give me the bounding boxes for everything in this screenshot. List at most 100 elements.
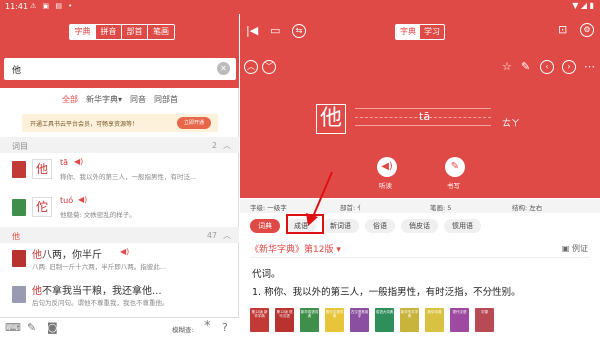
tab-bihua[interactable]: 笔画 xyxy=(148,25,174,39)
left-footer: ⌨ ✎ ◙ 模糊查: * ? xyxy=(0,317,239,337)
reference-book-thumb[interactable]: 新华字典 xyxy=(425,308,444,332)
listen-label: 听读 xyxy=(379,182,392,190)
search-input[interactable]: 他 ✕ xyxy=(4,58,236,80)
star-icon[interactable]: ☆ xyxy=(502,60,512,73)
reference-book-thumb[interactable]: 第12版 新华字典 xyxy=(250,308,269,332)
settings-icon[interactable]: ⚙ xyxy=(580,23,594,37)
edit-note-icon[interactable]: ✎ xyxy=(521,60,530,73)
listen-speaker-icon[interactable]: ◀) xyxy=(377,157,397,177)
question-icon[interactable]: ? xyxy=(222,321,228,334)
entry-char: 他 xyxy=(32,159,52,179)
dict-source-dropdown[interactable]: 《新华字典》第12版 ▾ xyxy=(250,242,341,255)
entry-char: 佗 xyxy=(32,197,52,217)
chevron-down-circle-icon[interactable]: ﹀ xyxy=(262,60,276,74)
swap-icon[interactable]: ⇆ xyxy=(292,24,306,38)
entry-pinyin: tā xyxy=(60,158,69,167)
reference-book-thumb[interactable]: 第12版 现代汉语 xyxy=(275,308,294,332)
write-pen-icon[interactable]: ✎ xyxy=(445,157,465,177)
book-icon xyxy=(12,250,26,267)
tab-zidian[interactable]: 字典 xyxy=(70,25,96,39)
app-root: 11:41 ⚠ ▣ ▤ • ▼ ◢ ▮ 字典 拼音 部首 笔画 他 ✕ 全部 新… xyxy=(0,0,600,337)
example-toggle[interactable]: ▣ 例证 xyxy=(562,243,588,254)
search-query: 他 xyxy=(12,66,22,76)
tab-learn[interactable]: 学习 xyxy=(420,25,444,39)
status-time: 11:41 xyxy=(5,2,29,11)
zhuyin-text: ㄊㄚ xyxy=(502,119,521,129)
tab-qiaopihua[interactable]: 俏皮话 xyxy=(401,219,438,233)
pinyin-grid: tā xyxy=(355,108,491,126)
handwrite-icon[interactable]: ✎ xyxy=(27,321,36,334)
speaker-icon[interactable]: ◀) xyxy=(120,247,129,256)
tab-guanyongyu[interactable]: 惯用语 xyxy=(444,219,481,233)
camera-icon[interactable]: ◙ xyxy=(47,321,58,334)
tab-suyu[interactable]: 俗语 xyxy=(365,219,395,233)
section-label: 他 xyxy=(12,232,20,241)
filter-homophone[interactable]: 同音 xyxy=(130,94,146,105)
clear-search-icon[interactable]: ✕ xyxy=(217,62,230,75)
notification-icons: ⚠ ▣ ▤ • xyxy=(30,2,75,10)
entry-definition: 他稳菊: 文帙密乱的样子。 xyxy=(60,211,136,219)
tab-xinciyu[interactable]: 新词语 xyxy=(322,219,359,233)
phrase-title: 他不拿我当干粮，我还拿他... xyxy=(32,282,162,297)
chevron-up-icon: ︿ xyxy=(223,141,231,150)
phrase-rest: 八两，你半斤 xyxy=(42,250,102,261)
list-item[interactable]: 他 tā ◀) 称你、我以外的第三人，一般指男性，有时泛... xyxy=(0,157,239,197)
prop-radical: 部首: 亻 xyxy=(340,204,364,212)
write-label: 书写 xyxy=(447,182,460,190)
section-header-phrases[interactable]: 他 47 ︿ xyxy=(0,227,239,243)
section-header-entries[interactable]: 词目 2 ︿ xyxy=(0,137,239,153)
phrase-definition: 八两: 旧制一斤十六两，半斤即八两。指彼此... xyxy=(32,263,166,271)
entry-definition: 称你、我以外的第三人，一般指男性，有时泛... xyxy=(60,173,197,181)
filter-bar: 全部 新华字典▾ 同音 同部首 xyxy=(62,94,178,105)
phrase-rest: 不拿我当干粮，我还拿他... xyxy=(42,286,162,297)
book-open-icon[interactable]: ▭ xyxy=(270,24,280,37)
reference-book-thumb[interactable]: 古汉语常用字 xyxy=(350,308,369,332)
char-detail-header: |◀ ▭ ⇆ 字典 学习 ⊡ ⚙ ︿ ﹀ ☆ ✎ ‹ › ⋯ 他 tā ㄊㄚ ◀… xyxy=(240,14,600,198)
highlight-box xyxy=(286,214,324,234)
left-tab-bar: 字典 拼音 部首 笔画 xyxy=(69,24,175,40)
keyboard-icon[interactable]: ⌨ xyxy=(5,321,21,334)
vip-promo-banner: 开通工具书云平台会员，可畅享资源等！ 立即开通 xyxy=(22,114,218,132)
promo-open-button[interactable]: 立即开通 xyxy=(177,117,211,129)
promo-text: 开通工具书云平台会员，可畅享资源等！ xyxy=(30,121,139,128)
phrase-definition: 后句为反问句。谓他不尊重我，我也不尊重他。 xyxy=(32,299,169,307)
system-icons: ▼ ◢ ▮ xyxy=(572,1,594,10)
reference-book-thumb[interactable]: 现代汉语词典 xyxy=(325,308,344,332)
section-label: 词目 xyxy=(12,142,28,151)
reference-book-thumb[interactable]: 新华写字字典 xyxy=(400,308,419,332)
status-bar: 11:41 ⚠ ▣ ▤ • ▼ ◢ ▮ xyxy=(0,0,600,14)
reference-book-thumb[interactable]: 现代汉语 xyxy=(450,308,469,332)
list-item[interactable]: 他不拿我当干粮，我还拿他... 后句为反问句。谓他不尊重我，我也不尊重他。 xyxy=(0,282,239,316)
forward-icon[interactable]: › xyxy=(562,60,576,74)
book-icon xyxy=(12,161,26,178)
tab-cidian[interactable]: 词典 xyxy=(250,219,280,233)
entry-pinyin: tuó xyxy=(60,196,74,205)
list-item[interactable]: 他八两，你半斤 ◀) 八两: 旧制一斤十六两，半斤即八两。指彼此... xyxy=(0,246,239,280)
tab-bushou[interactable]: 部首 xyxy=(122,25,148,39)
reference-book-thumb[interactable]: 字源 xyxy=(475,308,494,332)
asterisk-icon[interactable]: * xyxy=(204,319,211,334)
prop-structure: 结构: 左右 xyxy=(512,204,543,212)
more-icon[interactable]: ⋯ xyxy=(584,60,595,73)
definition-item: 1. 称你、我以外的第三人，一般指男性，有时泛指，不分性别。 xyxy=(252,287,521,298)
left-header: 字典 拼音 部首 笔画 他 ✕ xyxy=(0,14,239,88)
tab-dict[interactable]: 字典 xyxy=(396,25,420,39)
back-icon[interactable]: ‹ xyxy=(540,60,554,74)
book-icon xyxy=(12,286,26,303)
reference-book-thumb[interactable]: 成语大词典 xyxy=(375,308,394,332)
example-label: 例证 xyxy=(572,244,588,253)
section-count: 47 xyxy=(206,231,217,240)
filter-dict-dropdown[interactable]: 新华字典▾ xyxy=(86,94,122,105)
scan-icon[interactable]: ⊡ xyxy=(558,23,567,36)
speaker-icon[interactable]: ◀) xyxy=(74,157,83,166)
filter-all[interactable]: 全部 xyxy=(62,94,78,105)
filter-radical[interactable]: 同部首 xyxy=(154,94,178,105)
definition-list: 代词。 1. 称你、我以外的第三人，一般指男性，有时泛指，不分性别。 xyxy=(252,266,521,302)
speaker-icon[interactable]: ◀) xyxy=(78,195,87,204)
main-character: 他 xyxy=(316,104,346,134)
reference-book-thumb[interactable]: 新华成语词典 xyxy=(300,308,319,332)
chevron-up-circle-icon[interactable]: ︿ xyxy=(244,60,258,74)
divider xyxy=(250,257,590,258)
collapse-sidebar-icon[interactable]: |◀ xyxy=(246,24,258,37)
tab-pinyin[interactable]: 拼音 xyxy=(96,25,122,39)
